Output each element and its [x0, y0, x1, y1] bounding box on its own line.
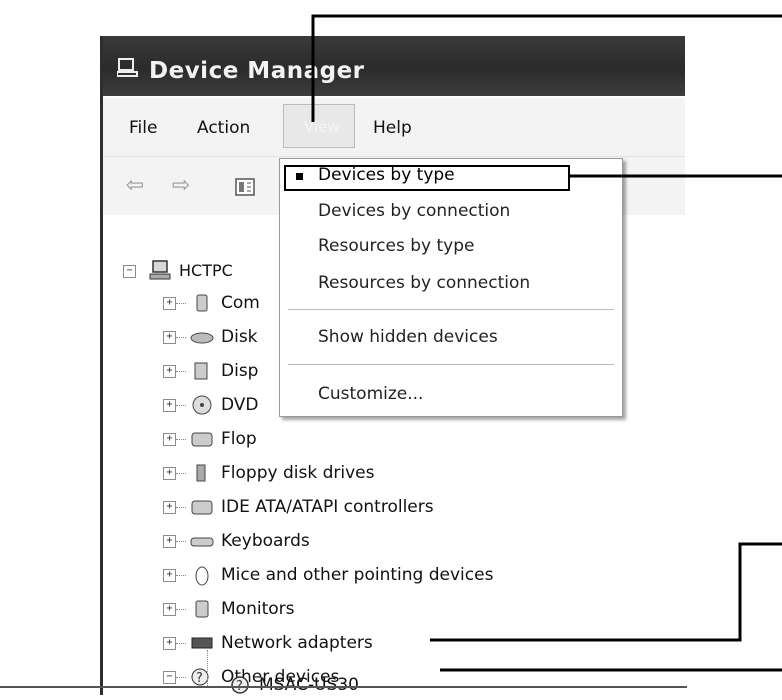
callout-line-view — [311, 14, 782, 122]
callout-line-other-devices — [430, 542, 782, 642]
callout-lines — [311, 14, 782, 672]
